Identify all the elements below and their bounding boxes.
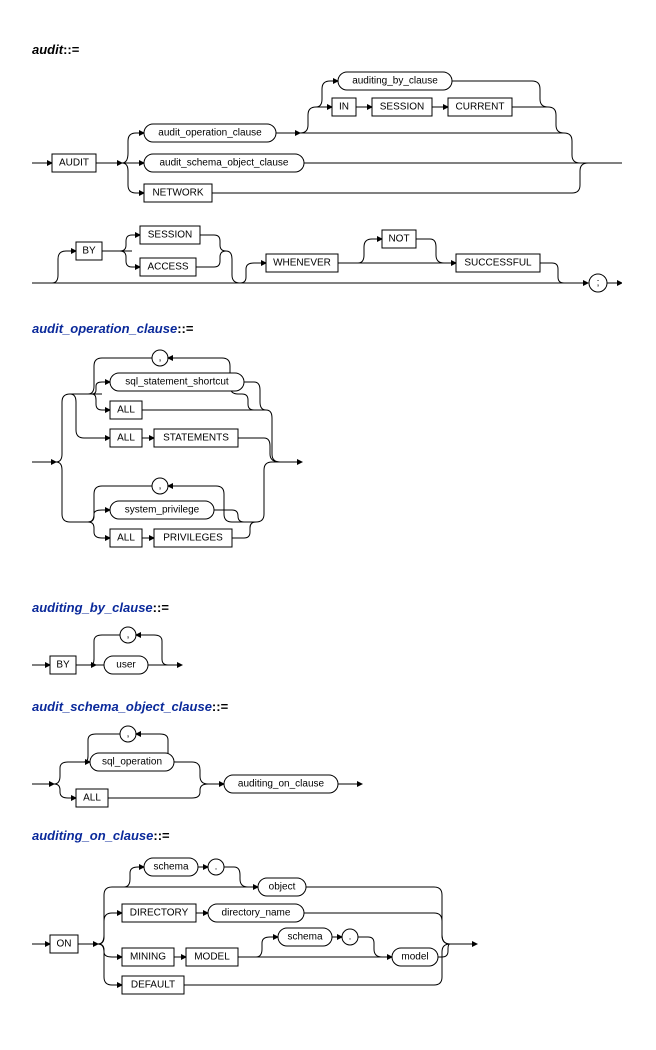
section-title-aonc: auditing_on_clause::= xyxy=(32,828,624,843)
token-default: DEFAULT xyxy=(131,980,175,991)
token-all-4: ALL xyxy=(83,793,101,804)
token-comma-3: , xyxy=(127,630,130,641)
token-model: model xyxy=(401,952,428,963)
section-suffix-abc: ::= xyxy=(153,600,169,615)
diagram-auditing-by-clause: BY , user xyxy=(32,621,232,681)
section-suffix-aonc: ::= xyxy=(153,828,169,843)
section-suffix-aoc: ::= xyxy=(177,321,193,336)
diagram-audit-row2: BY SESSION ACCESS WHENEVER NOT SUCCESSFU… xyxy=(32,223,622,303)
token-system-privilege: system_privilege xyxy=(125,505,200,516)
diagram-audit-main: AUDIT audit_operation_clause auditing_by… xyxy=(32,63,622,213)
token-dot-2: . xyxy=(349,932,352,943)
token-statements: STATEMENTS xyxy=(163,433,229,444)
token-not: NOT xyxy=(388,234,409,245)
token-current: CURRENT xyxy=(456,102,505,113)
section-suffix: ::= xyxy=(63,42,79,57)
token-model-kw: MODEL xyxy=(194,952,230,963)
token-auditing-on-clause: auditing_on_clause xyxy=(238,779,325,790)
section-title-audit: audit::= xyxy=(32,42,624,57)
token-schema-1: schema xyxy=(153,862,188,873)
token-all-2: ALL xyxy=(117,433,135,444)
token-privileges: PRIVILEGES xyxy=(163,533,223,544)
diagram-auditing-on-clause: ON schema . object DIRECTORY directory_n… xyxy=(32,849,482,999)
token-schema-2: schema xyxy=(287,932,322,943)
section-title-abc: auditing_by_clause::= xyxy=(32,600,624,615)
token-mining: MINING xyxy=(130,952,166,963)
token-directory: DIRECTORY xyxy=(130,908,189,919)
section-name-link-asoc[interactable]: audit_schema_object_clause xyxy=(32,699,212,714)
token-sql-operation: sql_operation xyxy=(102,757,162,768)
token-in: IN xyxy=(339,102,349,113)
token-object: object xyxy=(269,882,296,893)
token-audit-schema-object-clause: audit_schema_object_clause xyxy=(160,158,289,169)
token-sql-statement-shortcut: sql_statement_shortcut xyxy=(125,377,229,388)
token-audit-operation-clause: audit_operation_clause xyxy=(158,128,262,139)
token-successful: SUCCESSFUL xyxy=(464,258,532,269)
token-auditing-by-clause: auditing_by_clause xyxy=(352,76,438,87)
section-suffix-asoc: ::= xyxy=(212,699,228,714)
token-comma-2: , xyxy=(159,481,162,492)
token-whenever: WHENEVER xyxy=(273,258,331,269)
token-comma-1: , xyxy=(159,353,162,364)
section-name-link-abc[interactable]: auditing_by_clause xyxy=(32,600,153,615)
section-name-link-aoc[interactable]: audit_operation_clause xyxy=(32,321,177,336)
diagram-audit-schema-object-clause: , sql_operation ALL auditing_on_clause xyxy=(32,720,372,810)
token-audit: AUDIT xyxy=(59,158,89,169)
section-name-link-aonc[interactable]: auditing_on_clause xyxy=(32,828,153,843)
token-session: SESSION xyxy=(380,102,424,113)
section-name: audit xyxy=(32,42,63,57)
token-access: ACCESS xyxy=(147,262,188,273)
section-title-asoc: audit_schema_object_clause::= xyxy=(32,699,624,714)
token-by: BY xyxy=(82,246,96,257)
token-semicolon: ; xyxy=(597,278,600,289)
section-title-aoc: audit_operation_clause::= xyxy=(32,321,624,336)
token-directory-name: directory_name xyxy=(222,908,291,919)
diagram-audit-operation-clause: , sql_statement_shortcut ALL ALL STATEME… xyxy=(32,342,332,582)
token-by-2: BY xyxy=(56,660,70,671)
token-comma-4: , xyxy=(127,729,130,740)
token-on: ON xyxy=(57,939,72,950)
token-session2: SESSION xyxy=(148,230,192,241)
token-user: user xyxy=(116,660,136,671)
token-all-1: ALL xyxy=(117,405,135,416)
token-network: NETWORK xyxy=(152,188,203,199)
token-all-3: ALL xyxy=(117,533,135,544)
token-dot-1: . xyxy=(215,862,218,873)
